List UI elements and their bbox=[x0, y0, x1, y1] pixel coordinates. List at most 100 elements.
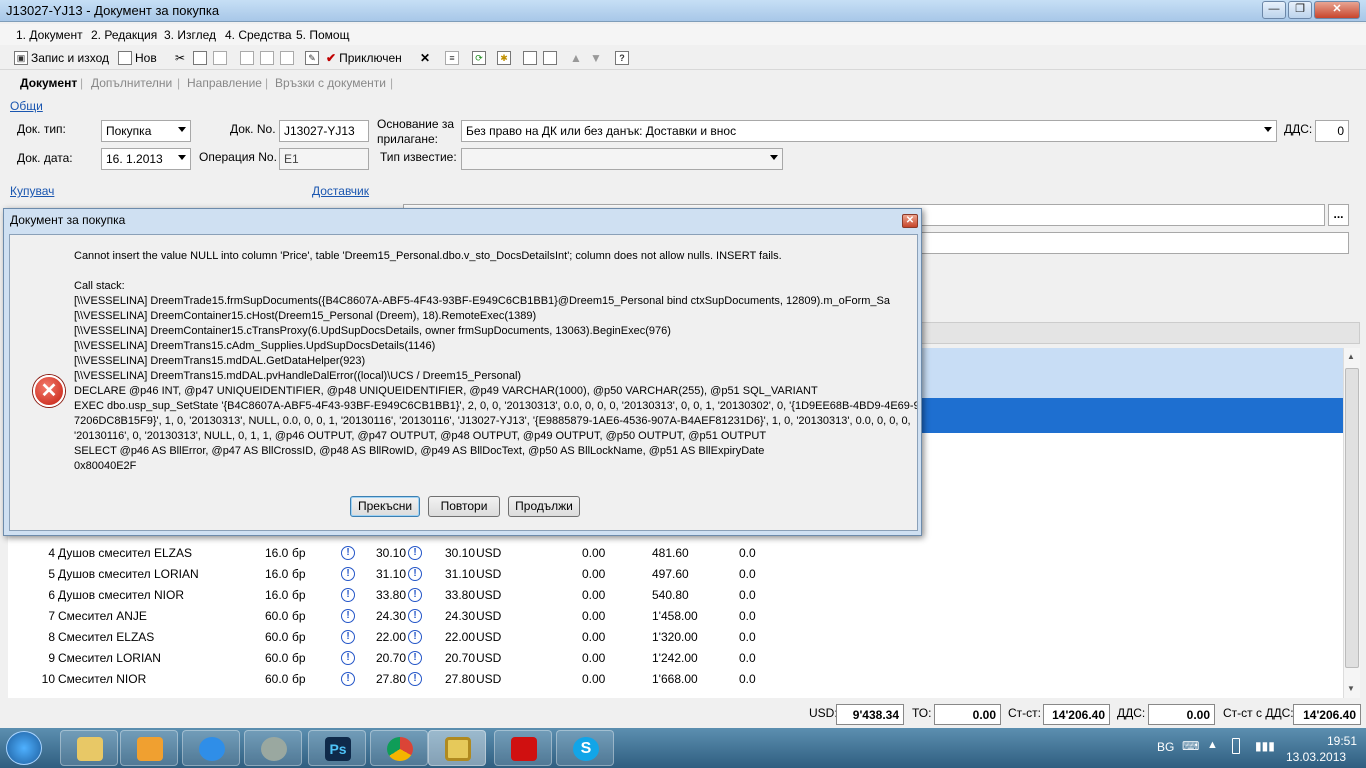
dialog-close-button[interactable]: ✕ bbox=[902, 214, 918, 228]
tab-links[interactable]: Връзки с документи bbox=[275, 76, 386, 90]
table-row[interactable]: 8 Смесител ELZAS 60.0 бр 22.00 22.00 USD 0.00 1'… bbox=[0, 627, 756, 648]
info-icon[interactable]: ! bbox=[408, 630, 422, 644]
internet-explorer-icon bbox=[199, 737, 225, 761]
basis-select[interactable]: Без право на ДК или без данък: Доставки … bbox=[461, 120, 1277, 142]
cell-total: 497.60 bbox=[652, 567, 689, 581]
info-icon[interactable]: ! bbox=[408, 609, 422, 623]
menu-view[interactable]: 3. Изглед bbox=[164, 28, 216, 42]
print-icon[interactable] bbox=[240, 49, 254, 67]
taskbar-media-player[interactable] bbox=[120, 730, 178, 766]
arrow-up-icon[interactable]: ▲ bbox=[570, 49, 582, 67]
page-icon[interactable] bbox=[523, 49, 537, 67]
minimize-button[interactable]: — bbox=[1262, 1, 1286, 19]
table-row[interactable]: 10 Смесител NIOR 60.0 бр 27.80 27.80 USD 0.00 1'… bbox=[0, 669, 756, 690]
table-row[interactable]: 6 Душов смесител NIOR 16.0 бр 33.80 33.80 USD 0… bbox=[0, 585, 756, 606]
value-label: Ст-ст: bbox=[1008, 706, 1041, 720]
save-exit-button[interactable]: ▣ Запис и изход bbox=[14, 49, 109, 67]
info-icon[interactable]: ! bbox=[408, 651, 422, 665]
cancel-x-icon[interactable]: ✕ bbox=[420, 49, 430, 67]
op-no-input[interactable]: E1 bbox=[279, 148, 369, 170]
tab-additional[interactable]: Допълнителни bbox=[91, 76, 172, 90]
refresh-icon[interactable]: ⟳ bbox=[472, 49, 486, 67]
arrow-down-icon[interactable]: ▼ bbox=[590, 49, 602, 67]
table-row[interactable]: 9 Смесител LORIAN 60.0 бр 20.70 20.70 USD 0.00 1… bbox=[0, 648, 756, 669]
list-icon[interactable]: ≡ bbox=[445, 49, 459, 67]
new-button[interactable]: Нов bbox=[118, 49, 157, 67]
cell-vat: 0.0 bbox=[739, 588, 756, 602]
taskbar-acrobat[interactable] bbox=[494, 730, 552, 766]
print-preview-icon[interactable] bbox=[260, 49, 274, 67]
vertical-scrollbar[interactable]: ▲ ▼ bbox=[1343, 348, 1360, 698]
table-row[interactable]: 4 Душов смесител ELZAS 16.0 бр 30.10 30.10 USD… bbox=[0, 543, 756, 564]
taskbar-explorer[interactable] bbox=[60, 730, 118, 766]
notice-type-select[interactable] bbox=[461, 148, 783, 170]
cell-vat: 0.0 bbox=[739, 630, 756, 644]
help-icon[interactable]: ? bbox=[615, 49, 629, 67]
taskbar-internet-explorer[interactable] bbox=[182, 730, 240, 766]
info-icon[interactable]: ! bbox=[341, 567, 355, 581]
info-icon[interactable]: ! bbox=[341, 630, 355, 644]
battery-icon[interactable] bbox=[1232, 738, 1240, 754]
star-icon[interactable]: ✱ bbox=[497, 49, 511, 67]
info-icon[interactable]: ! bbox=[408, 546, 422, 560]
retry-button[interactable]: Повтори bbox=[428, 496, 500, 517]
maximize-button[interactable]: ❐ bbox=[1288, 1, 1312, 19]
menu-help[interactable]: 5. Помощ bbox=[296, 28, 349, 42]
scroll-thumb[interactable] bbox=[1345, 368, 1359, 668]
info-icon[interactable]: ! bbox=[341, 651, 355, 665]
taskbar-app[interactable] bbox=[244, 730, 302, 766]
network-icon[interactable]: ▮▮▮ bbox=[1255, 739, 1275, 753]
taskbar-skype[interactable]: S bbox=[556, 730, 614, 766]
keyboard-icon[interactable]: ⌨ bbox=[1182, 739, 1199, 753]
vat-input[interactable]: 0 bbox=[1315, 120, 1349, 142]
tab-document[interactable]: Документ bbox=[20, 76, 77, 90]
table-row[interactable]: 7 Смесител ANJE 60.0 бр 24.30 24.30 USD 0.00 1'4… bbox=[0, 606, 756, 627]
doc-no-input[interactable]: J13027-YJ13 bbox=[279, 120, 369, 142]
taskbar-photoshop[interactable]: Ps bbox=[308, 730, 366, 766]
attach-icon[interactable] bbox=[280, 49, 294, 67]
vat-label: ДДС: bbox=[1284, 122, 1313, 136]
doc-type-select[interactable]: Покупка bbox=[101, 120, 191, 142]
abort-button[interactable]: Прекъсни bbox=[350, 496, 420, 517]
info-icon[interactable]: ! bbox=[341, 546, 355, 560]
info-icon[interactable]: ! bbox=[408, 588, 422, 602]
table-row[interactable]: 5 Душов смесител LORIAN 16.0 бр 31.10 31.10 US… bbox=[0, 564, 756, 585]
cell-vat: 0.0 bbox=[739, 672, 756, 686]
copy-icon[interactable] bbox=[193, 49, 207, 67]
paste-icon[interactable] bbox=[213, 49, 227, 67]
tab-direction[interactable]: Направление bbox=[187, 76, 262, 90]
taskbar-dreem[interactable] bbox=[428, 730, 486, 766]
cell-price: 33.80 bbox=[376, 588, 407, 602]
doc-date-picker[interactable]: 16. 1.2013 bbox=[101, 148, 191, 170]
start-button[interactable] bbox=[6, 731, 42, 765]
cell-name: Смесител ELZAS bbox=[58, 630, 155, 644]
info-icon[interactable]: ! bbox=[408, 567, 422, 581]
edit-document-icon[interactable]: ✎ bbox=[305, 49, 319, 67]
taskbar-chrome[interactable] bbox=[370, 730, 428, 766]
cell-disc: 0.00 bbox=[582, 672, 606, 686]
close-button[interactable]: ✕ bbox=[1314, 1, 1360, 19]
clock-date[interactable]: 13.03.2013 bbox=[1286, 750, 1346, 764]
cut-icon[interactable]: ✂ bbox=[175, 49, 185, 67]
continue-button[interactable]: Продължи bbox=[508, 496, 580, 517]
pages-icon[interactable] bbox=[543, 49, 557, 67]
scroll-down-icon[interactable]: ▼ bbox=[1347, 684, 1355, 693]
menu-tools[interactable]: 4. Средства bbox=[225, 28, 292, 42]
clock-time[interactable]: 19:51 bbox=[1327, 734, 1357, 748]
menu-document[interactable]: 1. Документ bbox=[16, 28, 83, 42]
done-button[interactable]: ✔ Приключен bbox=[326, 49, 402, 67]
info-icon[interactable]: ! bbox=[341, 672, 355, 686]
language-indicator[interactable]: BG bbox=[1157, 740, 1174, 754]
cell-qty: 16.0 bbox=[265, 588, 289, 602]
chevron-down-icon bbox=[770, 155, 778, 160]
cell-unit: бр bbox=[292, 651, 306, 665]
cell-cur: USD bbox=[476, 672, 502, 686]
tray-arrow-icon[interactable]: ▲ bbox=[1207, 739, 1218, 751]
scroll-up-icon[interactable]: ▲ bbox=[1347, 352, 1355, 361]
info-icon[interactable]: ! bbox=[341, 588, 355, 602]
menu-edit[interactable]: 2. Редакция bbox=[91, 28, 157, 42]
skype-icon: S bbox=[573, 737, 599, 761]
info-icon[interactable]: ! bbox=[408, 672, 422, 686]
info-icon[interactable]: ! bbox=[341, 609, 355, 623]
supplier-browse-button[interactable]: ... bbox=[1328, 204, 1349, 226]
